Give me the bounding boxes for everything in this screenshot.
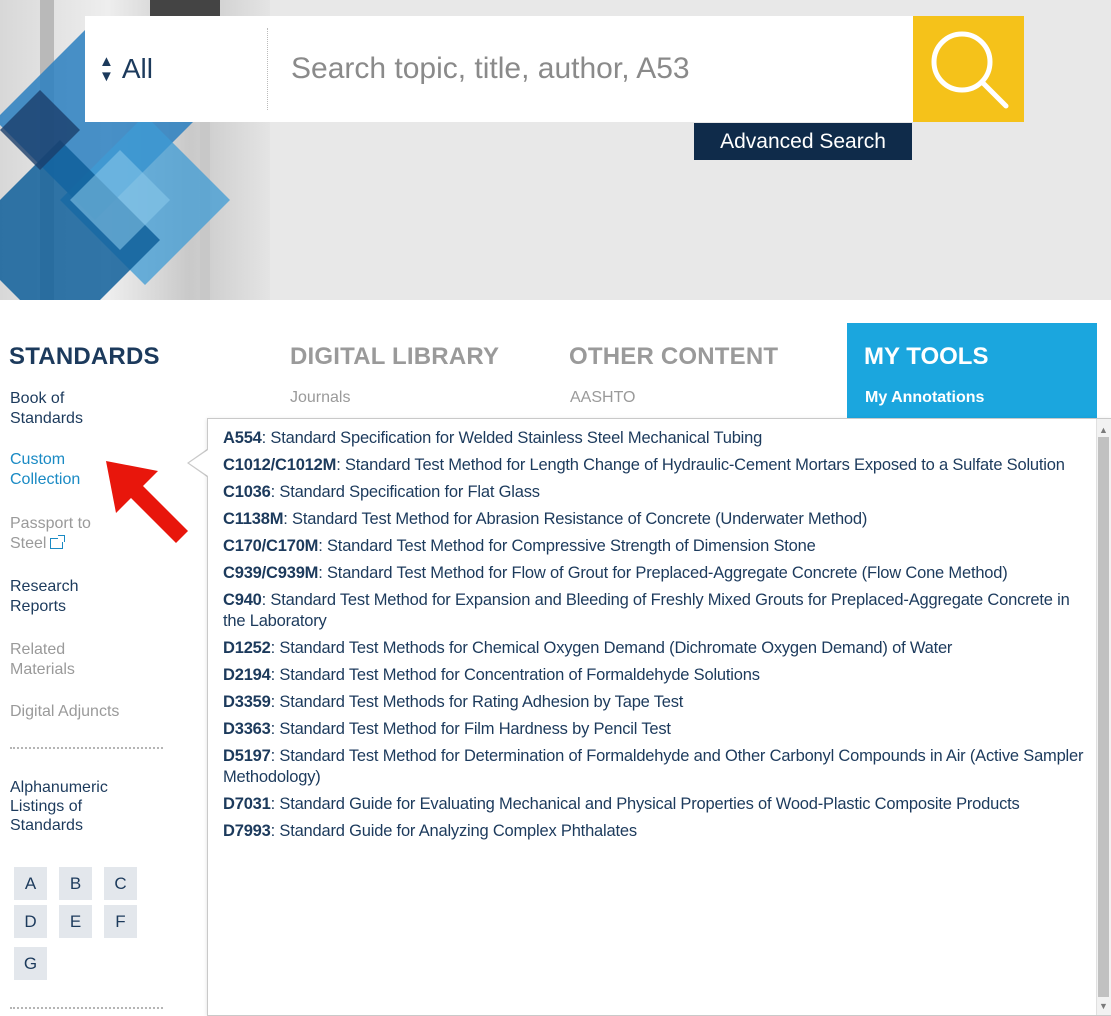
standard-title: : Standard Guide for Evaluating Mechanic… — [270, 795, 1020, 813]
standard-code: C940 — [223, 591, 262, 609]
advanced-search-button[interactable]: Advanced Search — [694, 123, 912, 160]
scope-label: All — [121, 53, 153, 84]
search-input[interactable] — [291, 46, 891, 92]
nav-digital-library[interactable]: DIGITAL LIBRARY — [290, 343, 499, 371]
alpha-button-b[interactable]: B — [59, 867, 92, 900]
standard-code: C1036 — [223, 483, 271, 501]
standard-list-item[interactable]: D7993: Standard Guide for Analyzing Comp… — [223, 821, 1093, 842]
sidebar-item-book-of-standards[interactable]: Book of Standards — [10, 389, 170, 429]
alpha-button-g[interactable]: G — [14, 947, 47, 980]
magnifier-icon — [931, 31, 1008, 109]
standard-title: : Standard Test Method for Abrasion Resi… — [283, 510, 868, 528]
standards-list: A554: Standard Specification for Welded … — [223, 428, 1093, 848]
alpha-button-f[interactable]: F — [104, 905, 137, 938]
standard-list-item[interactable]: D1252: Standard Test Methods for Chemica… — [223, 638, 1093, 659]
my-annotations-link[interactable]: My Annotations — [865, 389, 984, 407]
standard-list-item[interactable]: C1012/C1012M: Standard Test Method for L… — [223, 455, 1093, 476]
sidebar-item-label: Reports — [10, 598, 67, 615]
scroll-up-icon[interactable]: ▲ — [1097, 423, 1110, 437]
scroll-down-icon[interactable]: ▼ — [1097, 999, 1110, 1013]
standard-list-item[interactable]: C1138M: Standard Test Method for Abrasio… — [223, 509, 1093, 530]
search-divider — [267, 28, 268, 110]
standard-title: : Standard Test Method for Determination… — [223, 747, 1084, 786]
my-tools-panel: MY TOOLS My Annotations — [847, 323, 1097, 423]
alpha-listings-title-line: Listings of — [10, 798, 83, 815]
standard-title: : Standard Test Method for Length Change… — [336, 456, 1065, 474]
standard-code: D2194 — [223, 666, 271, 684]
alpha-button-d[interactable]: D — [14, 905, 47, 938]
standard-title: : Standard Test Methods for Rating Adhes… — [270, 693, 684, 711]
custom-collection-popup: A554: Standard Specification for Welded … — [207, 418, 1111, 1016]
standard-list-item[interactable]: D3363: Standard Test Method for Film Har… — [223, 719, 1093, 740]
sidebar-item-label: Related — [10, 641, 66, 658]
standard-list-item[interactable]: C940: Standard Test Method for Expansion… — [223, 590, 1093, 632]
standard-list-item[interactable]: D7031: Standard Guide for Evaluating Mec… — [223, 794, 1093, 815]
standard-title: : Standard Test Methods for Chemical Oxy… — [270, 639, 953, 657]
sidebar-item-label: Steel — [10, 535, 47, 552]
alpha-listings-title-line: Alphanumeric — [10, 779, 108, 796]
standard-code: D5197 — [223, 747, 271, 765]
popup-caret — [189, 450, 208, 476]
standard-title: : Standard Test Method for Flow of Grout… — [318, 564, 1008, 582]
external-link-icon — [50, 535, 66, 549]
standard-list-item[interactable]: D3359: Standard Test Methods for Rating … — [223, 692, 1093, 713]
standard-code: D7031 — [223, 795, 271, 813]
sidebar-item-label: Standards — [10, 410, 83, 427]
standard-list-item[interactable]: C1036: Standard Specification for Flat G… — [223, 482, 1093, 503]
standard-code: C1138M — [223, 510, 284, 528]
standard-title: : Standard Test Method for Film Hardness… — [270, 720, 671, 738]
alpha-button-a[interactable]: A — [14, 867, 47, 900]
sort-arrows-icon: ▲ ▼ — [99, 53, 114, 85]
standard-code: D3363 — [223, 720, 271, 738]
standard-title: : Standard Specification for Flat Glass — [270, 483, 540, 501]
standard-list-item[interactable]: C170/C170M: Standard Test Method for Com… — [223, 536, 1093, 557]
nav-standards[interactable]: STANDARDS — [9, 343, 160, 371]
standard-code: D3359 — [223, 693, 271, 711]
alpha-button-e[interactable]: E — [59, 905, 92, 938]
standard-title: : Standard Specification for Welded Stai… — [261, 429, 763, 447]
journals-link[interactable]: Journals — [290, 389, 350, 407]
alpha-button-c[interactable]: C — [104, 867, 137, 900]
sidebar-item-label: Research — [10, 578, 79, 595]
search-button[interactable] — [913, 16, 1024, 122]
sidebar-item-label: Materials — [10, 661, 75, 678]
sidebar-item-digital-adjuncts[interactable]: Digital Adjuncts — [10, 702, 170, 722]
standard-code: D1252 — [223, 639, 271, 657]
standard-code: D7993 — [223, 822, 271, 840]
sidebar-divider — [10, 747, 163, 749]
standard-code: A554 — [223, 429, 262, 447]
sidebar-item-research-reports[interactable]: Research Reports — [10, 577, 170, 617]
aashto-link[interactable]: AASHTO — [570, 389, 636, 407]
popup-scrollbar-thumb[interactable] — [1098, 437, 1109, 997]
standard-list-item[interactable]: D5197: Standard Test Method for Determin… — [223, 746, 1093, 788]
standard-code: C1012/C1012M — [223, 456, 337, 474]
standard-list-item[interactable]: A554: Standard Specification for Welded … — [223, 428, 1093, 449]
sidebar-item-related-materials[interactable]: Related Materials — [10, 640, 170, 680]
red-arrow-icon — [106, 461, 188, 543]
sidebar-item-label: Book of — [10, 390, 65, 407]
standard-title: : Standard Guide for Analyzing Complex P… — [270, 822, 637, 840]
alpha-listings-title: Alphanumeric Listings of Standards — [10, 778, 170, 835]
standard-code: C170/C170M — [223, 537, 319, 555]
search-bar: ▲ ▼ All — [85, 16, 913, 122]
nav-my-tools[interactable]: MY TOOLS — [864, 343, 988, 371]
standard-list-item[interactable]: C939/C939M: Standard Test Method for Flo… — [223, 563, 1093, 584]
scope-select[interactable]: ▲ ▼ All — [85, 16, 267, 122]
standard-list-item[interactable]: D2194: Standard Test Method for Concentr… — [223, 665, 1093, 686]
standard-title: : Standard Test Method for Compressive S… — [318, 537, 816, 555]
nav-other-content[interactable]: OTHER CONTENT — [569, 343, 778, 371]
standard-title: : Standard Test Method for Expansion and… — [223, 591, 1070, 630]
sidebar-divider — [10, 1007, 163, 1009]
standard-code: C939/C939M — [223, 564, 319, 582]
alpha-listings-title-line: Standards — [10, 817, 83, 834]
standard-title: : Standard Test Method for Concentration… — [270, 666, 760, 684]
